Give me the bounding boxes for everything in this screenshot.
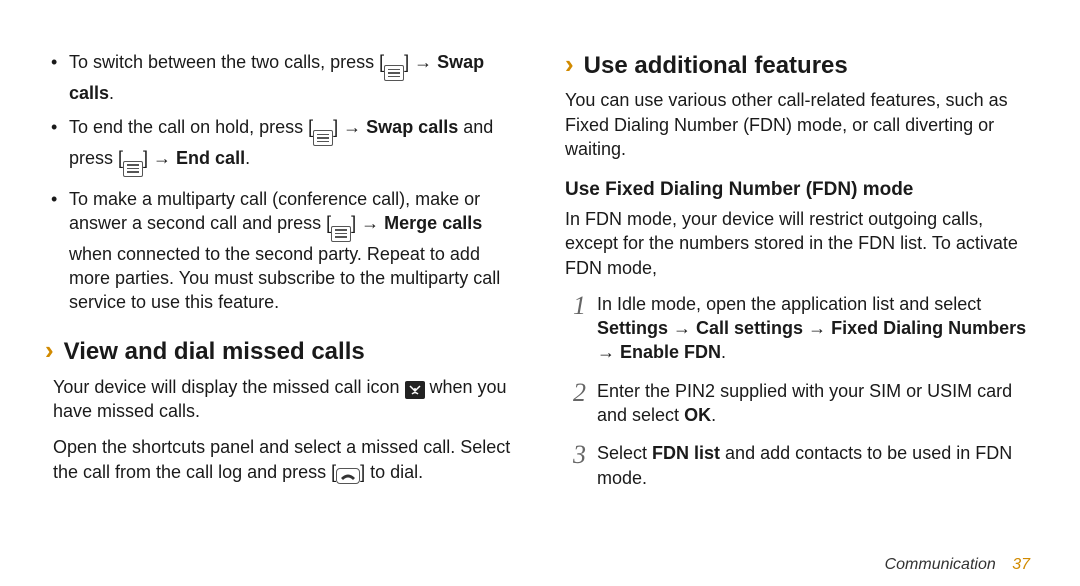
menu-icon <box>313 130 333 146</box>
right-column: › Use additional features You can use va… <box>565 50 1035 504</box>
bold-text: OK <box>684 405 711 425</box>
text: . <box>109 83 114 103</box>
step-number: 2 <box>573 375 586 410</box>
text: . <box>711 405 716 425</box>
missed-call-icon <box>405 381 425 399</box>
bold-text: FDN list <box>652 443 720 463</box>
text: → <box>668 318 696 338</box>
step-number: 3 <box>573 437 586 472</box>
bold-text: Swap calls <box>366 117 458 137</box>
step-item: 1 In Idle mode, open the application lis… <box>573 292 1035 365</box>
bold-text: Merge calls <box>384 213 482 233</box>
text: To switch between the two calls, press [ <box>69 52 384 72</box>
list-item: To end the call on hold, press [ ] → Swap… <box>55 115 515 177</box>
text: ] → <box>333 117 366 137</box>
call-options-list: To switch between the two calls, press [… <box>45 50 515 314</box>
paragraph: Your device will display the missed call… <box>45 375 515 424</box>
text: . <box>721 342 726 362</box>
footer-section: Communication <box>885 556 996 573</box>
text: . <box>245 148 250 168</box>
text: ] → <box>351 213 384 233</box>
section-heading-additional: › Use additional features <box>565 50 1035 82</box>
heading-text: Use additional features <box>584 50 848 82</box>
chevron-icon: › <box>45 337 54 363</box>
paragraph: In FDN mode, your device will restrict o… <box>565 207 1035 280</box>
list-item: To make a multiparty call (conference ca… <box>55 187 515 315</box>
heading-text: View and dial missed calls <box>64 336 365 368</box>
footer-page-number: 37 <box>1012 556 1030 573</box>
text: Select <box>597 443 652 463</box>
text: → <box>597 342 620 362</box>
text: Open the shortcuts panel and select a mi… <box>53 437 510 481</box>
text: ] → <box>143 148 176 168</box>
paragraph: You can use various other call-related f… <box>565 88 1035 161</box>
text: ] to dial. <box>360 462 423 482</box>
bold-text: End call <box>176 148 245 168</box>
bold-text: Fixed Dialing Numbers <box>831 318 1026 338</box>
text: when connected to the second party. Repe… <box>69 244 500 313</box>
steps-list: 1 In Idle mode, open the application lis… <box>565 292 1035 490</box>
text: Your device will display the missed call… <box>53 377 405 397</box>
paragraph: Open the shortcuts panel and select a mi… <box>45 435 515 484</box>
call-key-icon <box>336 468 360 484</box>
menu-icon <box>384 65 404 81</box>
step-item: 3 Select FDN list and add contacts to be… <box>573 441 1035 490</box>
text: ] → <box>404 52 437 72</box>
text: → <box>803 318 831 338</box>
left-column: To switch between the two calls, press [… <box>45 50 515 504</box>
bold-text: Settings <box>597 318 668 338</box>
chevron-icon: › <box>565 51 574 77</box>
step-number: 1 <box>573 288 586 323</box>
text: Enter the PIN2 supplied with your SIM or… <box>597 381 1012 425</box>
subheading-fdn: Use Fixed Dialing Number (FDN) mode <box>565 177 1035 203</box>
menu-icon <box>123 161 143 177</box>
section-heading-missed-calls: › View and dial missed calls <box>45 336 515 368</box>
bold-text: Enable FDN <box>620 342 721 362</box>
text: In Idle mode, open the application list … <box>597 294 981 314</box>
step-item: 2 Enter the PIN2 supplied with your SIM … <box>573 379 1035 428</box>
menu-icon <box>331 226 351 242</box>
list-item: To switch between the two calls, press [… <box>55 50 515 105</box>
bold-text: Call settings <box>696 318 803 338</box>
text: To end the call on hold, press [ <box>69 117 313 137</box>
page-columns: To switch between the two calls, press [… <box>45 50 1035 504</box>
page-footer: Communication 37 <box>885 554 1030 576</box>
